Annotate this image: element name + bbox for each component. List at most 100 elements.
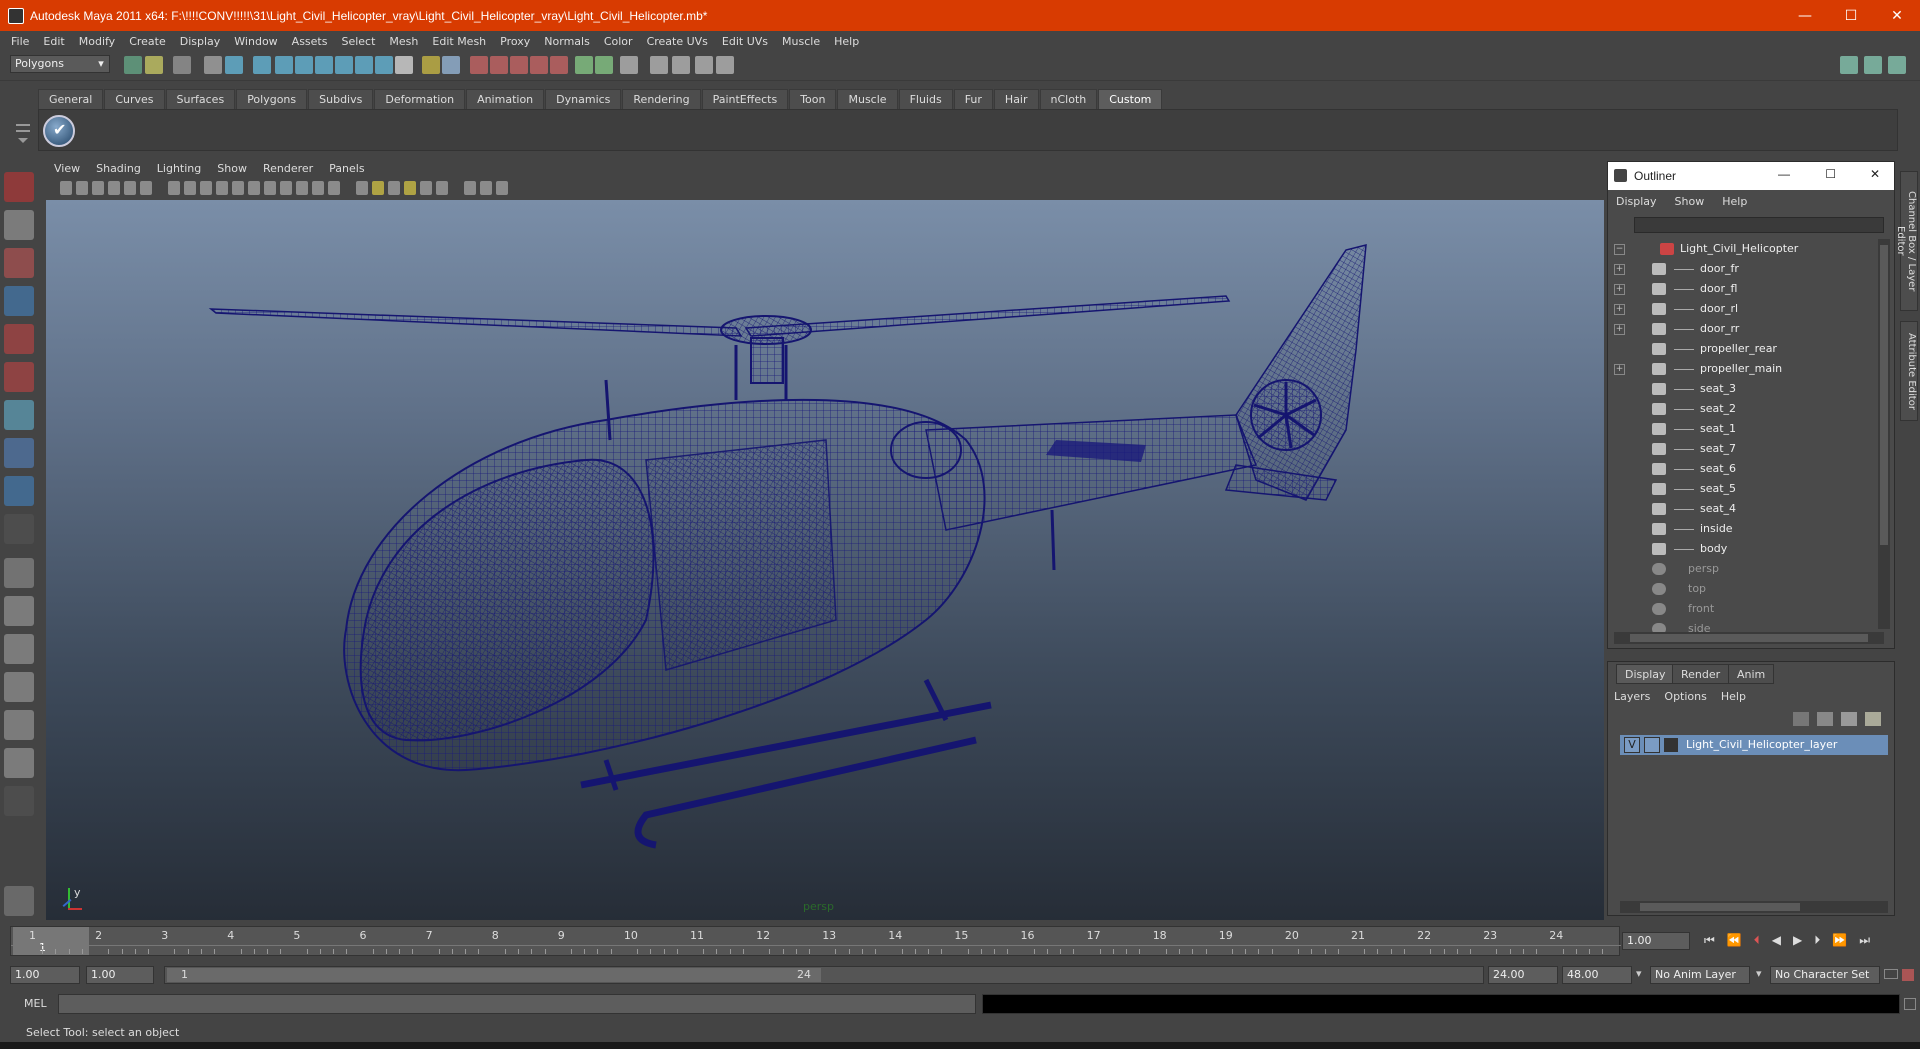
menu-help[interactable]: Help bbox=[827, 35, 866, 48]
menu-color[interactable]: Color bbox=[597, 35, 640, 48]
command-input[interactable] bbox=[58, 994, 976, 1014]
panel-layout-icon[interactable] bbox=[1888, 56, 1906, 74]
layer-horizontal-scrollbar[interactable] bbox=[1620, 901, 1888, 913]
close-button[interactable]: ✕ bbox=[1874, 0, 1920, 31]
viewport-tool-icon[interactable] bbox=[140, 181, 152, 195]
layer-tab-anim[interactable]: Anim bbox=[1728, 664, 1775, 684]
layer-visibility-toggle[interactable]: V bbox=[1624, 737, 1640, 753]
play-backwards-icon[interactable]: ◀ bbox=[1772, 933, 1781, 948]
animation-end-field[interactable]: 48.00 bbox=[1562, 966, 1632, 984]
viewport-tool-icon[interactable] bbox=[356, 181, 368, 195]
status-tool-icon[interactable] bbox=[395, 56, 413, 74]
shelf-tab-curves[interactable]: Curves bbox=[104, 89, 165, 109]
layout-persp-graph-icon[interactable] bbox=[4, 710, 34, 740]
status-tool-icon[interactable] bbox=[575, 56, 593, 74]
maximize-button[interactable]: ☐ bbox=[1828, 0, 1874, 31]
layout-hypershade-icon[interactable] bbox=[4, 748, 34, 778]
layer-color-swatch[interactable] bbox=[1664, 738, 1678, 752]
menu-edit-mesh[interactable]: Edit Mesh bbox=[425, 35, 493, 48]
expand-icon[interactable]: + bbox=[1614, 264, 1625, 275]
shelf-tab-painteffects[interactable]: PaintEffects bbox=[701, 89, 789, 109]
shelf-tab-fluids[interactable]: Fluids bbox=[898, 89, 953, 109]
status-tool-icon[interactable] bbox=[124, 56, 142, 74]
channel-box-tab[interactable]: Channel Box / Layer Editor bbox=[1895, 171, 1918, 311]
menu-file[interactable]: File bbox=[4, 35, 36, 48]
expand-icon[interactable]: + bbox=[1614, 364, 1625, 375]
status-tool-icon[interactable] bbox=[490, 56, 508, 74]
expand-icon[interactable]: + bbox=[1614, 284, 1625, 295]
outliner-item[interactable]: seat_4 bbox=[1608, 499, 1874, 519]
animation-start-field[interactable]: 1.00 bbox=[10, 966, 80, 984]
layer-stack-icon[interactable] bbox=[1817, 712, 1833, 726]
menu-normals[interactable]: Normals bbox=[537, 35, 597, 48]
outliner-horizontal-scrollbar[interactable] bbox=[1614, 632, 1884, 644]
shelf-tab-rendering[interactable]: Rendering bbox=[622, 89, 701, 109]
character-set-chevron-icon[interactable]: ▾ bbox=[1756, 967, 1762, 980]
animation-preferences-icon[interactable] bbox=[1902, 969, 1914, 981]
viewport-tool-icon[interactable] bbox=[200, 181, 212, 195]
viewport-menu-shading[interactable]: Shading bbox=[88, 162, 149, 175]
status-tool-icon[interactable] bbox=[225, 56, 243, 74]
viewport-tool-icon[interactable] bbox=[60, 181, 72, 195]
menu-edit-uvs[interactable]: Edit UVs bbox=[715, 35, 775, 48]
viewport-tool-icon[interactable] bbox=[264, 181, 276, 195]
layer-menu-layers[interactable]: Layers bbox=[1614, 690, 1664, 703]
outliner-close-button[interactable]: ✕ bbox=[1870, 167, 1880, 181]
status-tool-icon[interactable] bbox=[442, 56, 460, 74]
layout-graph-icon[interactable] bbox=[4, 672, 34, 702]
outliner-item[interactable]: seat_1 bbox=[1608, 419, 1874, 439]
shelf-tab-subdivs[interactable]: Subdivs bbox=[308, 89, 374, 109]
outliner-minimize-button[interactable]: — bbox=[1778, 167, 1790, 181]
outliner-item[interactable]: seat_6 bbox=[1608, 459, 1874, 479]
perspective-viewport[interactable]: y persp bbox=[46, 200, 1604, 920]
viewport-tool-icon[interactable] bbox=[388, 181, 400, 195]
expand-icon[interactable]: + bbox=[1614, 324, 1625, 335]
shelf-tab-ncloth[interactable]: nCloth bbox=[1039, 89, 1098, 109]
status-tool-icon[interactable] bbox=[375, 56, 393, 74]
status-tool-icon[interactable] bbox=[716, 56, 734, 74]
shelf-menu-icon[interactable] bbox=[14, 118, 32, 148]
shelf-tab-custom[interactable]: Custom bbox=[1098, 89, 1163, 109]
move-tool-icon[interactable] bbox=[4, 286, 34, 316]
viewport-tool-icon[interactable] bbox=[480, 181, 492, 195]
step-forward-key-icon[interactable]: ⏩ bbox=[1832, 933, 1847, 948]
viewport-tool-icon[interactable] bbox=[124, 181, 136, 195]
shelf-tab-hair[interactable]: Hair bbox=[993, 89, 1039, 109]
playback-start-field[interactable]: 1.00 bbox=[86, 966, 154, 984]
menu-select[interactable]: Select bbox=[334, 35, 382, 48]
paint-select-icon[interactable] bbox=[4, 248, 34, 278]
status-tool-icon[interactable] bbox=[335, 56, 353, 74]
menu-muscle[interactable]: Muscle bbox=[775, 35, 827, 48]
menu-mesh[interactable]: Mesh bbox=[382, 35, 425, 48]
status-tool-icon[interactable] bbox=[355, 56, 373, 74]
lasso-tool-icon[interactable] bbox=[4, 210, 34, 240]
viewport-tool-icon[interactable] bbox=[464, 181, 476, 195]
status-tool-icon[interactable] bbox=[275, 56, 293, 74]
layer-row[interactable]: V Light_Civil_Helicopter_layer bbox=[1620, 735, 1888, 755]
outliner-item[interactable]: − Light_Civil_Helicopter bbox=[1608, 239, 1874, 259]
shelf-tab-polygons[interactable]: Polygons bbox=[236, 89, 308, 109]
key-icon[interactable] bbox=[1884, 969, 1898, 979]
menu-set-dropdown[interactable]: Polygons ▾ bbox=[10, 55, 110, 73]
outliner-item[interactable]: propeller_rear bbox=[1608, 339, 1874, 359]
new-layer-selected-icon[interactable] bbox=[1841, 712, 1857, 726]
viewport-menu-renderer[interactable]: Renderer bbox=[255, 162, 321, 175]
viewport-menu-lighting[interactable]: Lighting bbox=[149, 162, 209, 175]
layer-menu-help[interactable]: Help bbox=[1721, 690, 1760, 703]
viewport-tool-icon[interactable] bbox=[496, 181, 508, 195]
step-back-key-icon[interactable]: ⏪ bbox=[1727, 933, 1742, 948]
show-manipulator-icon[interactable] bbox=[4, 476, 34, 506]
outliner-item[interactable]: seat_7 bbox=[1608, 439, 1874, 459]
layer-menu-options[interactable]: Options bbox=[1664, 690, 1720, 703]
range-slider-handle[interactable]: 1 24 bbox=[167, 968, 821, 982]
shelf-tab-general[interactable]: General bbox=[38, 89, 104, 109]
outliner-item[interactable]: inside bbox=[1608, 519, 1874, 539]
menu-window[interactable]: Window bbox=[227, 35, 284, 48]
status-tool-icon[interactable] bbox=[695, 56, 713, 74]
viewport-menu-view[interactable]: View bbox=[46, 162, 88, 175]
status-tool-icon[interactable] bbox=[253, 56, 271, 74]
shelf-tab-muscle[interactable]: Muscle bbox=[837, 89, 898, 109]
outliner-vertical-scrollbar[interactable] bbox=[1878, 239, 1890, 629]
outliner-menu-help[interactable]: Help bbox=[1722, 195, 1765, 208]
anim-layer-dropdown[interactable]: No Anim Layer bbox=[1650, 966, 1750, 984]
